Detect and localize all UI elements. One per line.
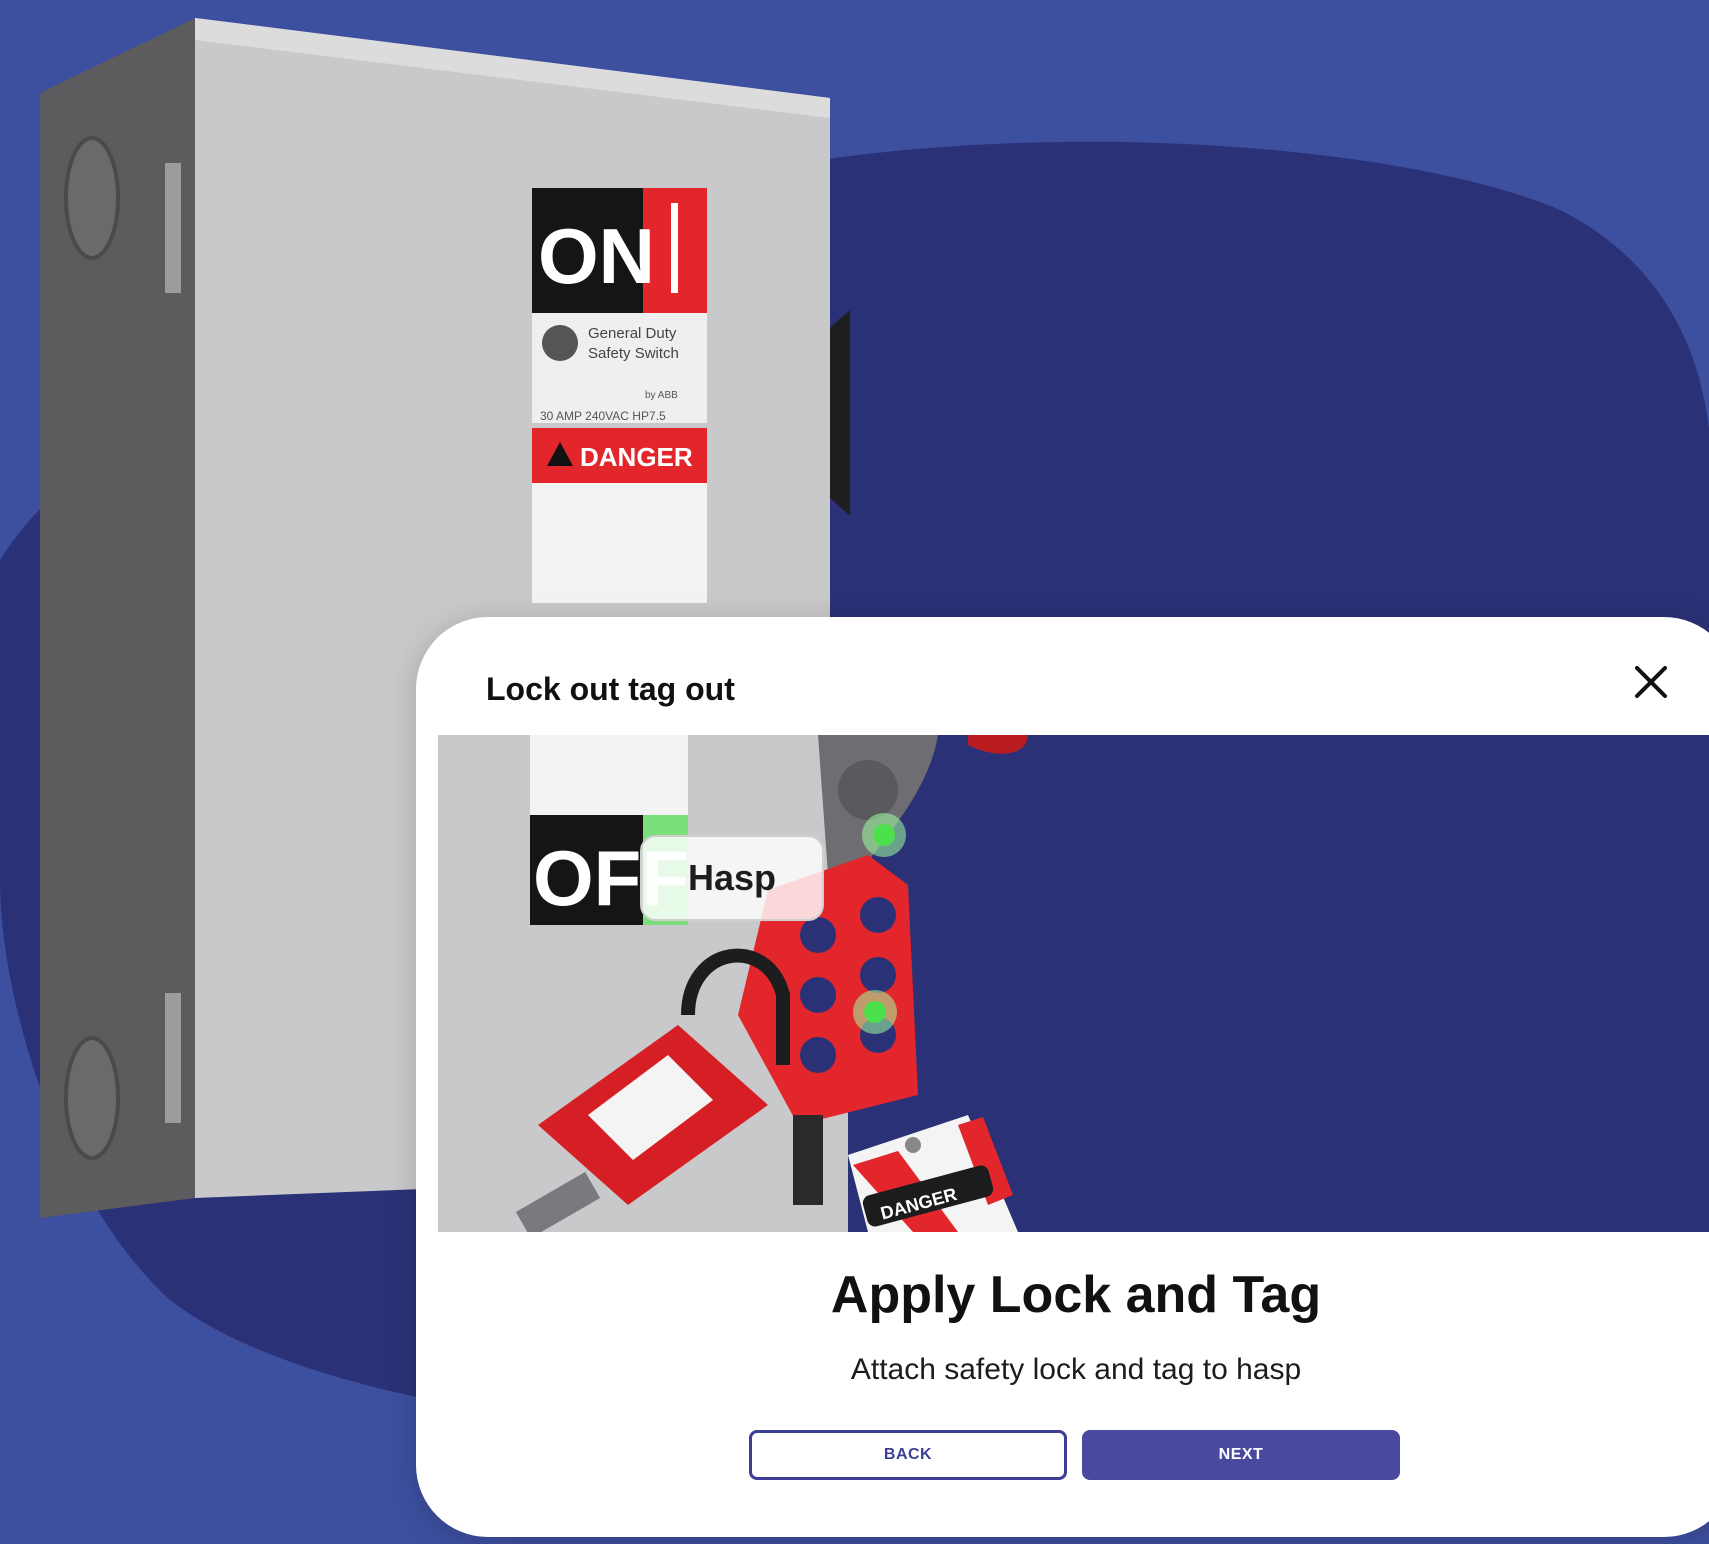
hasp-callout: Hasp <box>640 835 824 921</box>
svg-text:30 AMP 240VAC HP7.5: 30 AMP 240VAC HP7.5 <box>540 409 666 423</box>
svg-text:Safety Switch: Safety Switch <box>588 345 679 362</box>
modal-title: Lock out tag out <box>486 671 735 707</box>
next-button[interactable]: NEXT <box>1082 1430 1400 1480</box>
hasp-hotspot[interactable] <box>862 813 906 857</box>
svg-text:DANGER: DANGER <box>580 442 693 472</box>
back-button[interactable]: BACK <box>749 1430 1067 1480</box>
step-heading: Apply Lock and Tag <box>830 1266 1322 1324</box>
close-button[interactable] <box>1626 657 1676 707</box>
lockout-scene-illustration: OFF DANGER DANGER <box>438 735 1028 1232</box>
lock-hotspot[interactable] <box>853 990 897 1034</box>
lockout-modal: Lock out tag out OFF DANGER DANGER Hasp … <box>416 617 1709 1537</box>
step-description: Attach safety lock and tag to hasp <box>850 1353 1302 1386</box>
svg-text:General Duty: General Duty <box>588 325 677 342</box>
svg-text:by ABB: by ABB <box>645 390 678 401</box>
close-icon[interactable] <box>1626 657 1676 707</box>
on-label: ON <box>538 212 655 300</box>
step-illustration: OFF DANGER DANGER Hasp <box>438 735 1709 1232</box>
